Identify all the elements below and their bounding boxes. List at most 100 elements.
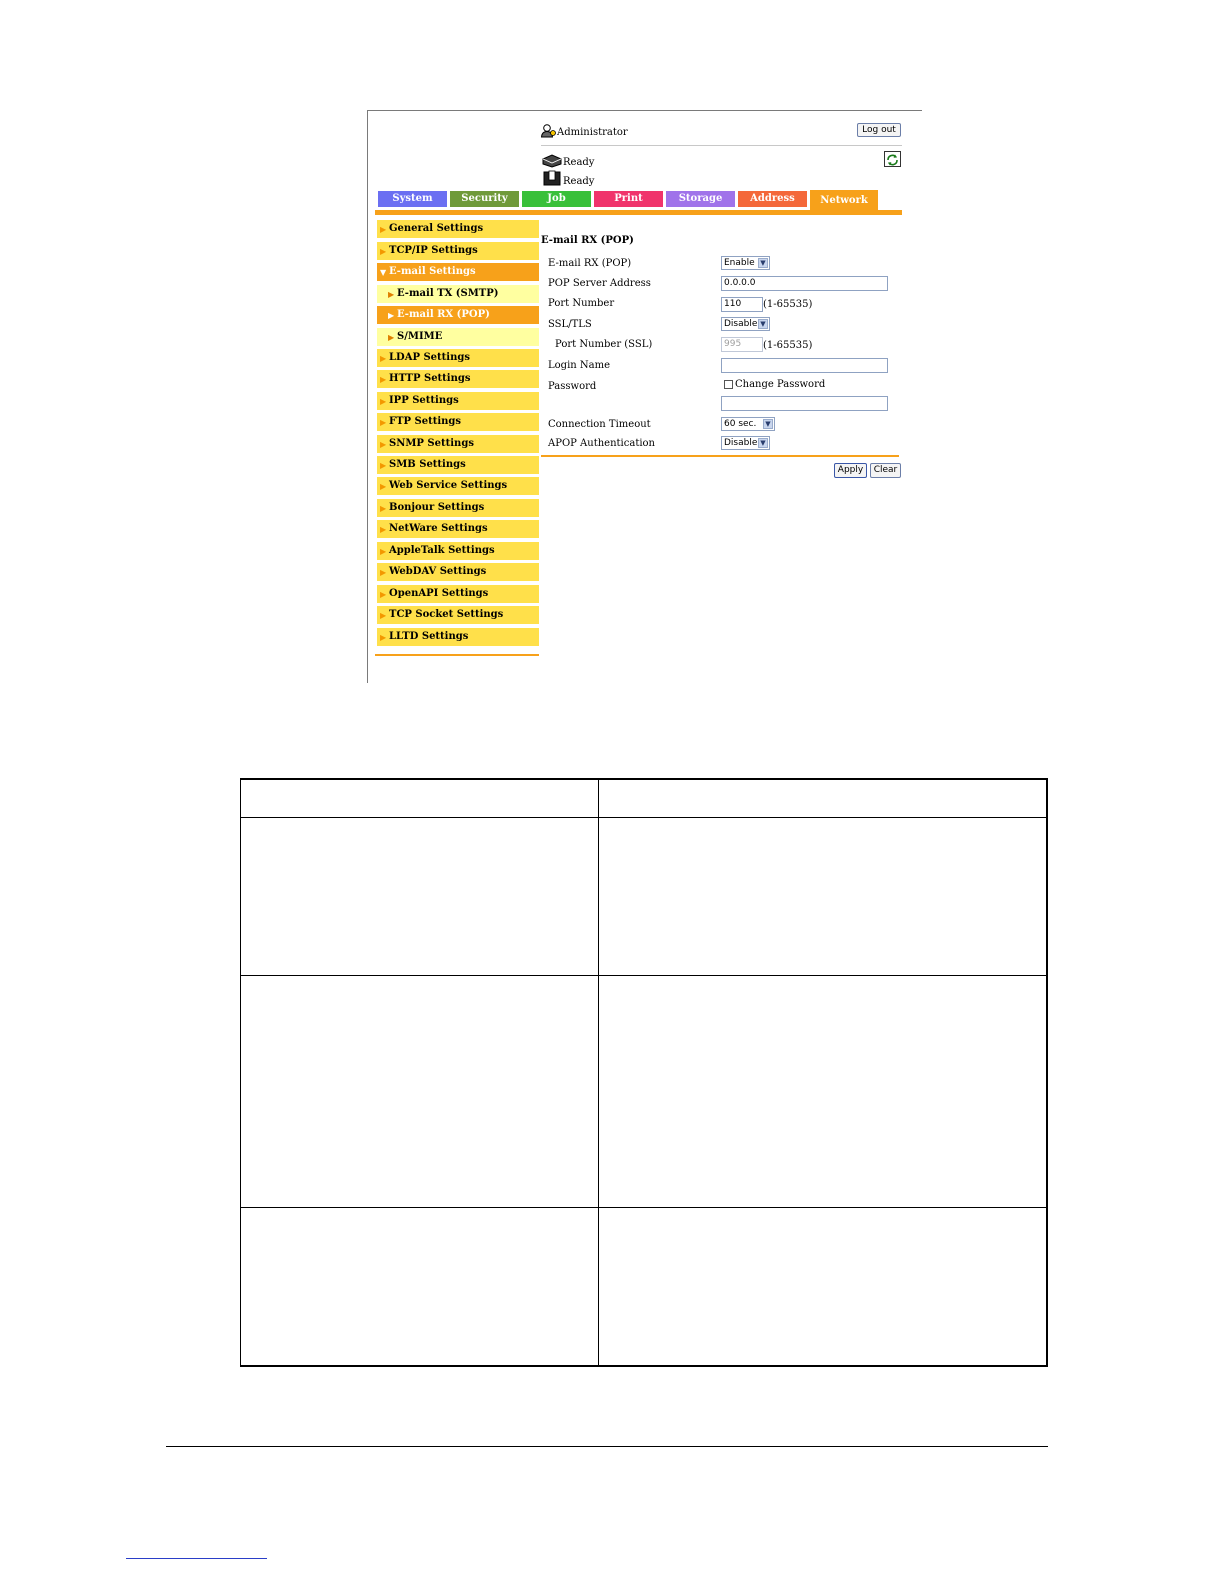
sidebar-item-label: S/MIME <box>397 331 443 342</box>
tab-underline <box>375 210 902 215</box>
table-border-left <box>240 778 241 1367</box>
sidebar-bottom-line <box>375 654 539 656</box>
tab-security[interactable]: Security <box>450 191 519 207</box>
apop-authentication-select[interactable]: Disable ▼ <box>721 436 770 450</box>
sidebar-item-ftp-settings[interactable]: ▶ FTP Settings <box>377 413 539 431</box>
sidebar-item-ipp-settings[interactable]: ▶ IPP Settings <box>377 392 539 410</box>
sidebar-item-tcpip-settings[interactable]: ▶ TCP/IP Settings <box>377 242 539 260</box>
printer-icon <box>541 153 563 168</box>
sidebar-item-label: HTTP Settings <box>389 373 471 384</box>
sidebar-item-label: LDAP Settings <box>389 352 470 363</box>
sidebar-item-webdav-settings[interactable]: ▶ WebDAV Settings <box>377 563 539 581</box>
triangle-right-icon: ▶ <box>380 546 387 556</box>
chevron-down-icon: ▼ <box>758 438 768 448</box>
tab-system[interactable]: System <box>378 191 447 207</box>
select-value: 60 sec. <box>724 419 757 429</box>
administrator-icon <box>540 123 557 138</box>
triangle-right-icon: ▶ <box>380 353 387 363</box>
header-divider <box>541 145 902 146</box>
screenshot-frame-left <box>367 110 368 683</box>
chevron-down-icon: ▼ <box>763 419 773 429</box>
apop-authentication-label: APOP Authentication <box>548 438 655 449</box>
sidebar-item-label: SMB Settings <box>389 459 466 470</box>
sidebar-item-label: E-mail Settings <box>389 266 476 277</box>
footer-rule <box>166 1446 1048 1447</box>
select-value: Disable <box>724 438 758 448</box>
ssl-tls-select[interactable]: Disable ▼ <box>721 317 770 331</box>
screenshot-frame-top <box>367 110 922 111</box>
port-number-input[interactable]: 110 <box>721 297 763 312</box>
tab-job[interactable]: Job <box>522 191 591 207</box>
triangle-right-icon: ▶ <box>388 289 395 299</box>
sidebar-item-http-settings[interactable]: ▶ HTTP Settings <box>377 370 539 388</box>
clear-button[interactable]: Clear <box>870 463 901 478</box>
sidebar-item-netware-settings[interactable]: ▶ NetWare Settings <box>377 520 539 538</box>
sidebar-item-label: E-mail RX (POP) <box>397 309 490 320</box>
sidebar-item-label: Bonjour Settings <box>389 502 485 513</box>
description-table <box>240 778 1048 1367</box>
triangle-right-icon: ▶ <box>380 610 387 620</box>
table-border-right <box>1046 778 1048 1367</box>
sidebar-item-ldap-settings[interactable]: ▶ LDAP Settings <box>377 349 539 367</box>
sidebar-item-web-service-settings[interactable]: ▶ Web Service Settings <box>377 477 539 495</box>
sidebar-item-general-settings[interactable]: ▶ General Settings <box>377 220 539 238</box>
sidebar-item-appletalk-settings[interactable]: ▶ AppleTalk Settings <box>377 542 539 560</box>
pop-server-address-input[interactable]: 0.0.0.0 <box>721 276 888 291</box>
login-name-input[interactable] <box>721 358 888 373</box>
sidebar-item-smime[interactable]: ▶ S/MIME <box>377 328 539 346</box>
refresh-icon[interactable] <box>884 151 901 167</box>
sidebar-item-label: FTP Settings <box>389 416 462 427</box>
connection-timeout-select[interactable]: 60 sec. ▼ <box>721 417 775 431</box>
triangle-right-icon: ▶ <box>380 374 387 384</box>
sidebar-item-snmp-settings[interactable]: ▶ SNMP Settings <box>377 435 539 453</box>
table-header-divider <box>240 817 1048 818</box>
pop-server-address-label: POP Server Address <box>548 278 651 289</box>
sidebar-item-label: LLTD Settings <box>389 631 469 642</box>
chevron-down-icon: ▼ <box>758 258 768 268</box>
triangle-right-icon: ▶ <box>380 439 387 449</box>
sidebar-item-openapi-settings[interactable]: ▶ OpenAPI Settings <box>377 585 539 603</box>
sidebar-item-label: NetWare Settings <box>389 523 488 534</box>
apply-button[interactable]: Apply <box>834 463 867 478</box>
change-password-checkbox[interactable] <box>724 380 733 389</box>
triangle-right-icon: ▶ <box>380 632 387 642</box>
table-column-divider <box>598 778 599 1367</box>
sidebar-item-email-tx-smtp[interactable]: ▶ E-mail TX (SMTP) <box>377 285 539 303</box>
sidebar-item-label: AppleTalk Settings <box>389 545 495 556</box>
form-title: E-mail RX (POP) <box>541 235 634 246</box>
port-number-ssl-input[interactable]: 995 <box>721 337 763 352</box>
tab-print[interactable]: Print <box>594 191 663 207</box>
sidebar-item-email-settings[interactable]: ▼ E-mail Settings <box>377 263 539 281</box>
sidebar-item-label: SNMP Settings <box>389 438 474 449</box>
sidebar-item-email-rx-pop[interactable]: ▶ E-mail RX (POP) <box>377 306 539 324</box>
tab-network[interactable]: Network <box>810 190 878 210</box>
tab-storage[interactable]: Storage <box>666 191 735 207</box>
table-border-top <box>240 778 1048 780</box>
sidebar-item-bonjour-settings[interactable]: ▶ Bonjour Settings <box>377 499 539 517</box>
tab-address[interactable]: Address <box>738 191 807 207</box>
sidebar-item-tcp-socket-settings[interactable]: ▶ TCP Socket Settings <box>377 606 539 624</box>
triangle-right-icon: ▶ <box>380 481 387 491</box>
login-name-label: Login Name <box>548 360 610 371</box>
email-rx-label: E-mail RX (POP) <box>548 258 632 269</box>
printer-status: Ready <box>563 157 595 168</box>
sidebar-item-label: WebDAV Settings <box>389 566 487 577</box>
password-input[interactable] <box>721 396 888 411</box>
ssl-tls-label: SSL/TLS <box>548 319 592 330</box>
email-rx-select[interactable]: Enable ▼ <box>721 256 770 270</box>
select-value: Enable <box>724 258 755 268</box>
sidebar-item-label: E-mail TX (SMTP) <box>397 288 499 299</box>
triangle-right-icon: ▶ <box>380 524 387 534</box>
table-border-bottom <box>240 1365 1048 1367</box>
triangle-right-icon: ▶ <box>380 417 387 427</box>
port-number-range: (1-65535) <box>763 299 813 310</box>
chevron-down-icon: ▼ <box>758 319 768 329</box>
form-bottom-line <box>541 455 899 457</box>
sidebar-item-label: TCP Socket Settings <box>389 609 504 620</box>
triangle-right-icon: ▶ <box>380 567 387 577</box>
sidebar-item-smb-settings[interactable]: ▶ SMB Settings <box>377 456 539 474</box>
sidebar-item-label: TCP/IP Settings <box>389 245 478 256</box>
triangle-right-icon: ▶ <box>380 589 387 599</box>
sidebar-item-lltd-settings[interactable]: ▶ LLTD Settings <box>377 628 539 646</box>
logout-button[interactable]: Log out <box>857 123 901 137</box>
